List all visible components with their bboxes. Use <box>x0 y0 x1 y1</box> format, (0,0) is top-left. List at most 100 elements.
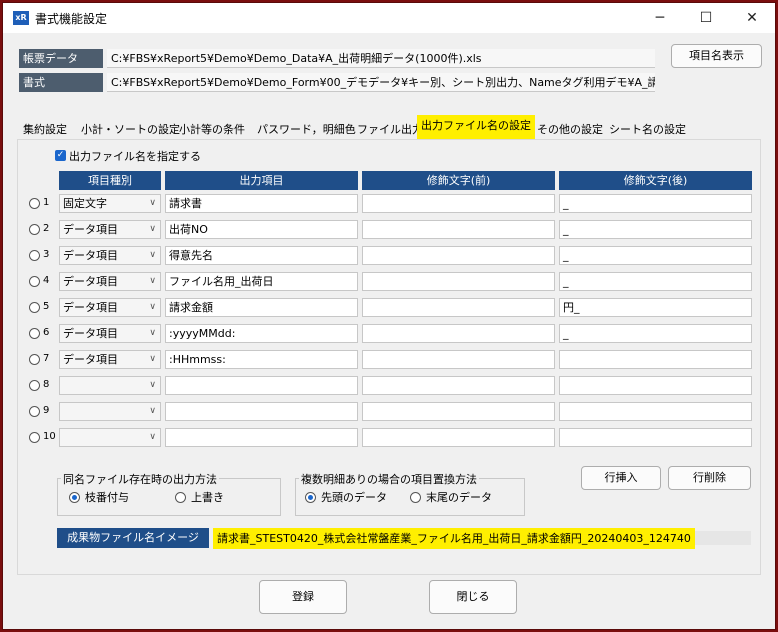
chevron-down-icon: ∨ <box>149 198 156 208</box>
row-number: 1 <box>43 197 50 208</box>
suffix-field[interactable]: _ <box>559 220 752 239</box>
type-dropdown[interactable]: データ項目 ∨ <box>59 220 161 239</box>
column-header-suffix: 修飾文字(後) <box>559 171 752 190</box>
suffix-field[interactable] <box>559 428 752 447</box>
row-select-radio[interactable] <box>29 250 40 261</box>
title-bar: xR 書式機能設定 ─ ☐ ✕ <box>3 3 775 33</box>
prefix-field[interactable] <box>362 220 555 239</box>
app-icon: xR <box>13 11 29 25</box>
prefix-field[interactable] <box>362 350 555 369</box>
branch-number-label: 枝番付与 <box>85 491 129 504</box>
close-window-button[interactable]: ✕ <box>729 3 775 33</box>
row-select-radio[interactable] <box>29 198 40 209</box>
chevron-down-icon: ∨ <box>149 328 156 338</box>
output-item-field[interactable]: :yyyyMMdd: <box>165 324 358 343</box>
delete-row-button[interactable]: 行削除 <box>668 466 751 490</box>
minimize-button[interactable]: ─ <box>637 3 683 33</box>
register-button[interactable]: 登録 <box>259 580 347 614</box>
result-filename-label: 成果物ファイル名イメージ <box>57 528 209 548</box>
type-dropdown-value: データ項目 <box>63 301 118 314</box>
suffix-field[interactable] <box>559 402 752 421</box>
tab-output-filename[interactable]: 出力ファイル名の設定 <box>417 115 535 139</box>
tab-aggregation[interactable]: 集約設定 <box>19 121 71 139</box>
chevron-down-icon: ∨ <box>149 224 156 234</box>
suffix-field[interactable] <box>559 350 752 369</box>
type-dropdown-value: 固定文字 <box>63 197 107 210</box>
first-data-radio[interactable] <box>305 492 316 503</box>
type-dropdown[interactable]: データ項目 ∨ <box>59 298 161 317</box>
tab-subtotal-conditions[interactable]: 小計等の条件 <box>175 121 249 139</box>
type-dropdown[interactable]: ∨ <box>59 402 161 421</box>
chevron-down-icon: ∨ <box>149 354 156 364</box>
output-item-field[interactable] <box>165 402 358 421</box>
chevron-down-icon: ∨ <box>149 406 156 416</box>
row-select-radio[interactable] <box>29 380 40 391</box>
result-filename-value: 請求書_STEST0420_株式会社常盤産業_ファイル名用_出荷日_請求金額円_… <box>213 528 695 549</box>
tab-subtotal-sort[interactable]: 小計・ソートの設定 <box>77 121 184 139</box>
type-dropdown-value: データ項目 <box>63 223 118 236</box>
prefix-field[interactable] <box>362 246 555 265</box>
show-item-names-button[interactable]: 項目名表示 <box>671 44 762 68</box>
output-item-field[interactable]: 得意先名 <box>165 246 358 265</box>
type-dropdown[interactable]: ∨ <box>59 376 161 395</box>
row-select-radio[interactable] <box>29 354 40 365</box>
tab-file-output[interactable]: ファイル出力 <box>353 121 427 139</box>
type-dropdown[interactable]: データ項目 ∨ <box>59 324 161 343</box>
output-item-field[interactable]: 請求書 <box>165 194 358 213</box>
prefix-field[interactable] <box>362 428 555 447</box>
prefix-field[interactable] <box>362 402 555 421</box>
type-dropdown[interactable]: データ項目 ∨ <box>59 272 161 291</box>
prefix-field[interactable] <box>362 376 555 395</box>
output-item-field[interactable]: :HHmmss: <box>165 350 358 369</box>
insert-row-button[interactable]: 行挿入 <box>581 466 661 490</box>
type-dropdown[interactable]: 固定文字 ∨ <box>59 194 161 213</box>
output-item-field[interactable]: 請求金額 <box>165 298 358 317</box>
tab-other-settings[interactable]: その他の設定 <box>533 121 607 139</box>
format-file-label: 書式 <box>19 73 103 92</box>
first-data-label: 先頭のデータ <box>321 491 387 504</box>
prefix-field[interactable] <box>362 324 555 343</box>
prefix-field[interactable] <box>362 272 555 291</box>
row-select-radio[interactable] <box>29 406 40 417</box>
column-header-type: 項目種別 <box>59 171 161 190</box>
specify-filename-checkbox[interactable]: ✓ <box>55 150 66 161</box>
multi-detail-group-label: 複数明細ありの場合の項目置換方法 <box>299 471 479 487</box>
suffix-field[interactable]: _ <box>559 246 752 265</box>
output-item-field[interactable] <box>165 376 358 395</box>
row-select-radio[interactable] <box>29 276 40 287</box>
tab-password-detail-color[interactable]: パスワード，明細色 <box>253 121 360 139</box>
type-dropdown-value: データ項目 <box>63 353 118 366</box>
chevron-down-icon: ∨ <box>149 276 156 286</box>
output-item-field[interactable] <box>165 428 358 447</box>
type-dropdown[interactable]: データ項目 ∨ <box>59 350 161 369</box>
tab-sheet-name[interactable]: シート名の設定 <box>605 121 690 139</box>
type-dropdown[interactable]: データ項目 ∨ <box>59 246 161 265</box>
suffix-field[interactable] <box>559 376 752 395</box>
row-select-radio[interactable] <box>29 328 40 339</box>
type-dropdown-value: データ項目 <box>63 249 118 262</box>
row-number: 6 <box>43 327 50 338</box>
row-select-radio[interactable] <box>29 432 40 443</box>
type-dropdown-value: データ項目 <box>63 275 118 288</box>
row-select-radio[interactable] <box>29 224 40 235</box>
data-file-path: C:¥FBS¥xReport5¥Demo¥Demo_Data¥A_出荷明細データ… <box>107 49 655 68</box>
last-data-radio[interactable] <box>410 492 421 503</box>
suffix-field[interactable]: _ <box>559 324 752 343</box>
suffix-field[interactable]: _ <box>559 194 752 213</box>
prefix-field[interactable] <box>362 194 555 213</box>
chevron-down-icon: ∨ <box>149 380 156 390</box>
row-number: 4 <box>43 275 50 286</box>
suffix-field[interactable]: 円_ <box>559 298 752 317</box>
row-number: 10 <box>43 431 56 442</box>
branch-number-radio[interactable] <box>69 492 80 503</box>
suffix-field[interactable]: _ <box>559 272 752 291</box>
type-dropdown-value: データ項目 <box>63 327 118 340</box>
overwrite-radio[interactable] <box>175 492 186 503</box>
prefix-field[interactable] <box>362 298 555 317</box>
maximize-button[interactable]: ☐ <box>683 3 729 33</box>
output-item-field[interactable]: ファイル名用_出荷日 <box>165 272 358 291</box>
type-dropdown[interactable]: ∨ <box>59 428 161 447</box>
close-button[interactable]: 閉じる <box>429 580 517 614</box>
row-select-radio[interactable] <box>29 302 40 313</box>
output-item-field[interactable]: 出荷NO <box>165 220 358 239</box>
